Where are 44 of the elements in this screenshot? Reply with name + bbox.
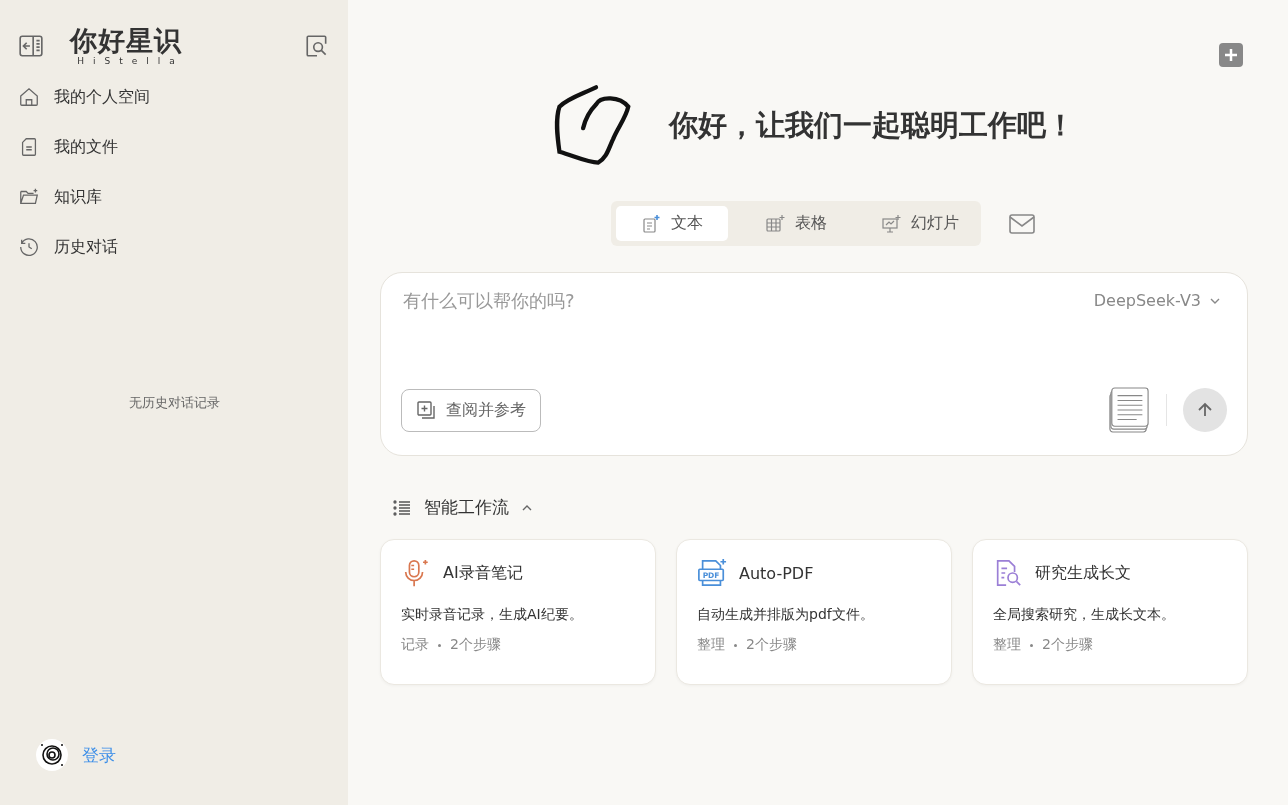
workflow-card[interactable]: 研究生成长文 全局搜索研究，生成长文本。 整理 2个步骤	[972, 539, 1248, 685]
table-icon	[765, 213, 785, 234]
workflow-title: 智能工作流	[424, 496, 509, 519]
card-description: 实时录音记录，生成AI纪要。	[401, 606, 584, 624]
reference-button[interactable]: 查阅并参考	[401, 388, 541, 432]
sidebar-item[interactable]: 我的文件	[18, 122, 348, 172]
card-description: 全局搜索研究，生成长文本。	[993, 606, 1176, 624]
new-chat-icon[interactable]	[1219, 43, 1243, 67]
card-title: 研究生成长文	[1035, 562, 1131, 584]
mode-tab[interactable]: 表格	[740, 206, 852, 241]
card-steps: 2个步骤	[746, 636, 797, 654]
model-selector[interactable]: DeepSeek-V3	[1087, 290, 1227, 311]
separator-dot-icon	[1030, 643, 1033, 647]
card-title: AI录音笔记	[443, 562, 523, 584]
add-reference-icon	[416, 400, 436, 420]
greeting-heading: 你好，让我们一起聪明工作吧！	[669, 107, 1075, 144]
separator-dot-icon	[438, 643, 441, 647]
send-button[interactable]	[1183, 388, 1227, 432]
sidebar-item[interactable]: 知识库	[18, 172, 348, 222]
card-category: 整理	[697, 636, 725, 654]
history-icon	[18, 236, 40, 258]
mode-tab[interactable]: 幻灯片	[864, 206, 976, 241]
document-icon	[641, 213, 661, 234]
sidebar-item[interactable]: 我的个人空间	[18, 72, 348, 122]
separator-dot-icon	[734, 643, 737, 647]
mail-icon[interactable]	[1009, 213, 1035, 234]
card-title: Auto-PDF	[739, 563, 814, 583]
mode-tab[interactable]: 文本	[616, 206, 728, 241]
collapse-sidebar-icon[interactable]	[18, 33, 44, 59]
sidebar-item[interactable]: 历史对话	[18, 222, 348, 272]
workflow-card[interactable]: AI录音笔记 实时录音记录，生成AI纪要。 记录 2个步骤	[380, 539, 656, 685]
presentation-icon	[881, 213, 901, 234]
empty-history-text: 无历史对话记录	[127, 394, 221, 412]
logo-title: 你好星识	[70, 26, 182, 56]
workflow-card[interactable]: PDF Auto-PDF 自动生成并排版为pdf文件。 整理 2个步骤	[676, 539, 952, 685]
home-icon	[18, 86, 40, 108]
card-steps: 2个步骤	[1042, 636, 1093, 654]
logo-subtitle: HiStella	[77, 56, 184, 66]
avatar-icon[interactable]	[36, 739, 68, 771]
card-description: 自动生成并排版为pdf文件。	[697, 606, 875, 624]
card-category: 整理	[993, 636, 1021, 654]
documents-icon[interactable]	[1108, 385, 1150, 435]
card-steps: 2个步骤	[450, 636, 501, 654]
card-category: 记录	[401, 636, 429, 654]
